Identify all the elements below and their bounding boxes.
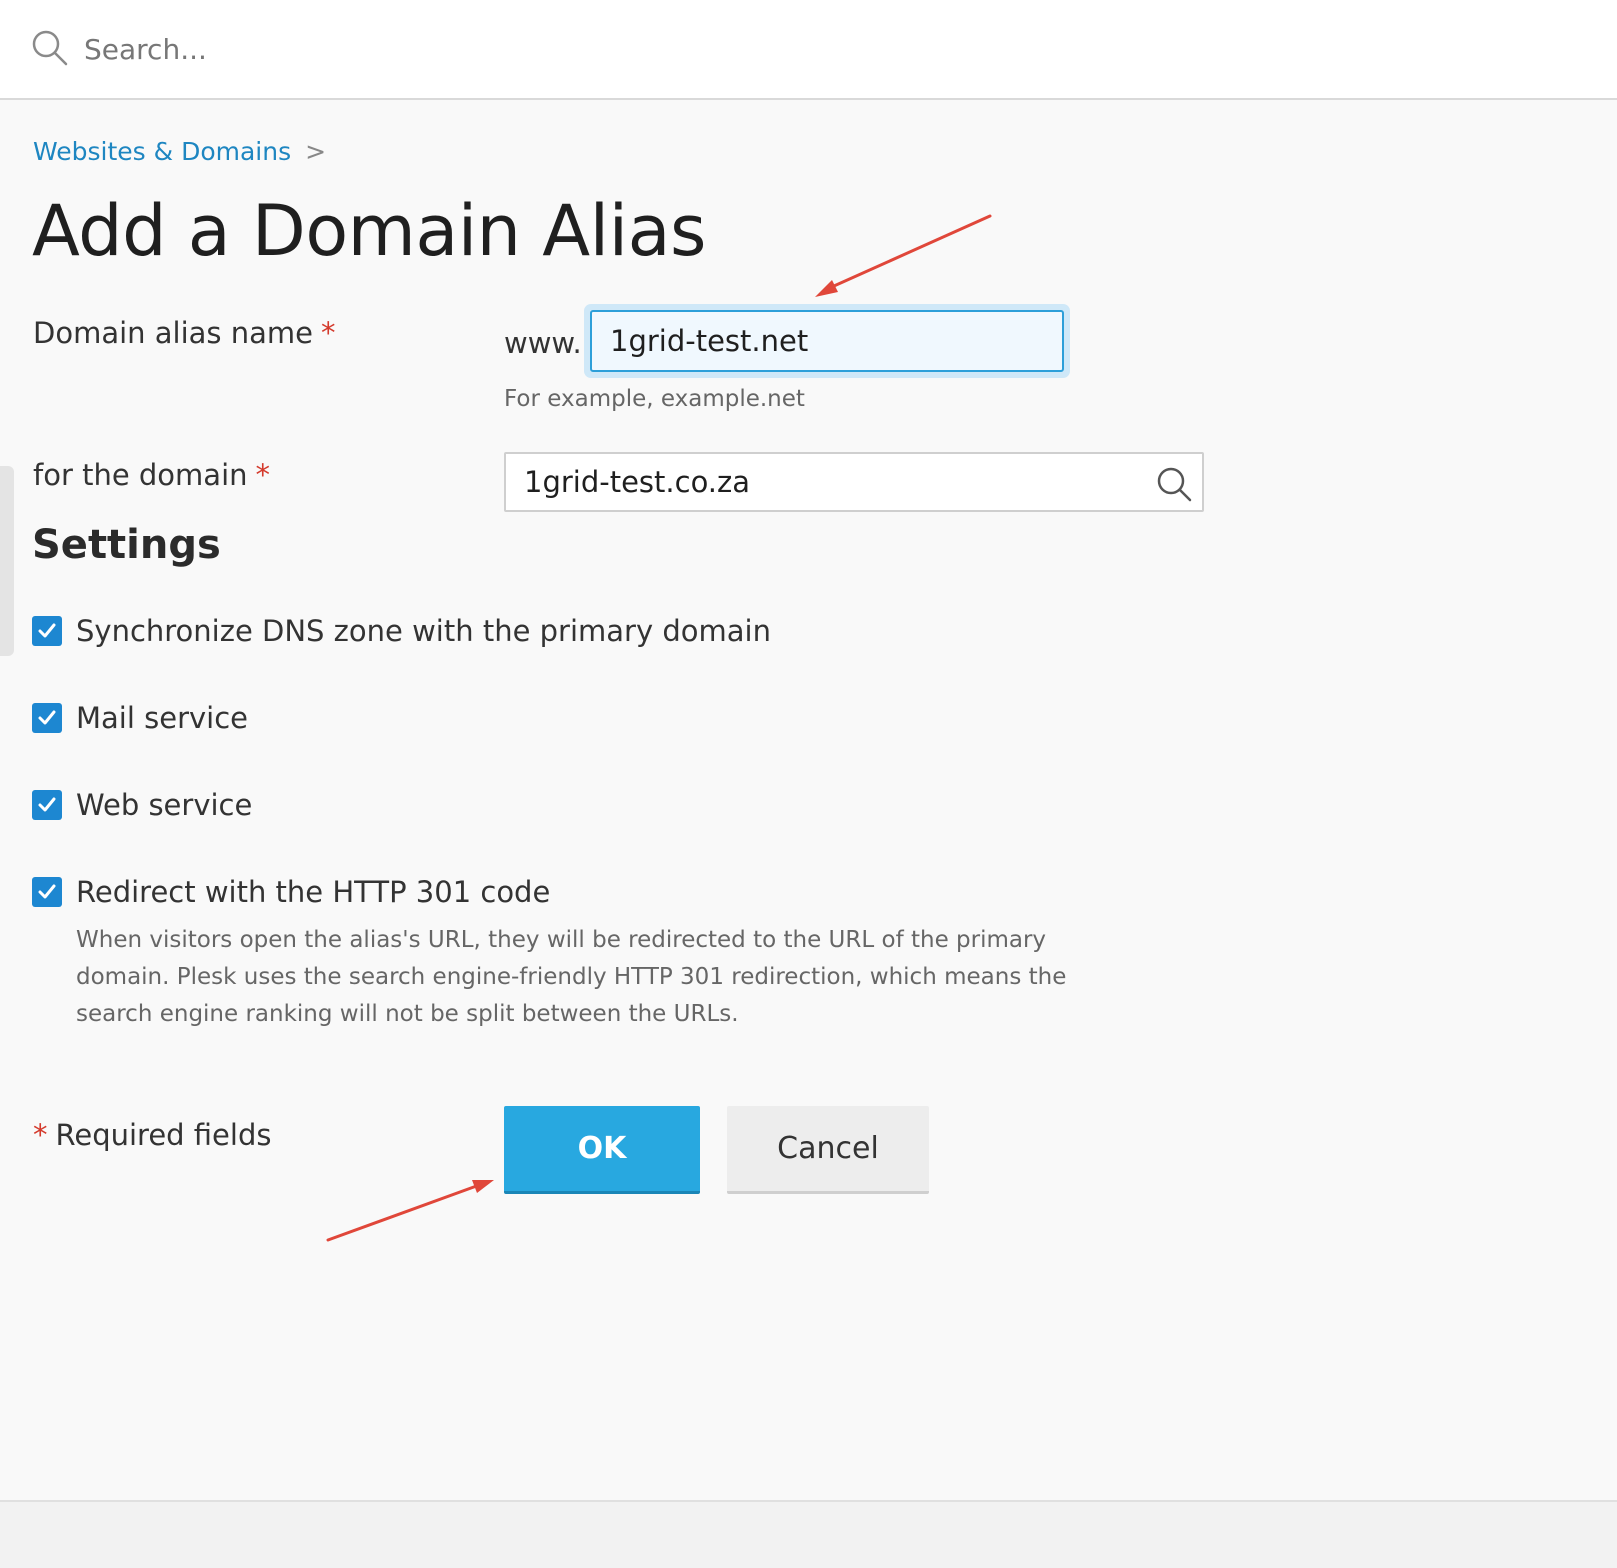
ok-button[interactable]: OK <box>504 1106 700 1194</box>
breadcrumb-separator: > <box>305 137 327 166</box>
checkmark-icon <box>38 710 56 725</box>
required-marker: * <box>255 458 271 492</box>
for-the-domain-label: for the domain * <box>33 458 271 492</box>
option-label[interactable]: Redirect with the HTTP 301 code <box>76 875 550 909</box>
option-label[interactable]: Synchronize DNS zone with the primary do… <box>76 614 771 648</box>
redirect-description: When visitors open the alias's URL, they… <box>76 927 1067 1027</box>
breadcrumb-websites-domains[interactable]: Websites & Domains <box>33 137 291 166</box>
checkbox-checked[interactable] <box>32 703 62 733</box>
checkbox-checked[interactable] <box>32 877 62 907</box>
checkbox-checked[interactable] <box>32 616 62 646</box>
annotation-arrow-to-ok-button <box>326 1180 494 1242</box>
required-marker: * <box>33 1118 48 1152</box>
domain-alias-hint: For example, example.net <box>504 386 805 412</box>
option-redirect-301[interactable]: Redirect with the HTTP 301 code <box>32 872 550 912</box>
required-fields-note: * Required fields <box>33 1118 272 1152</box>
checkmark-icon <box>38 623 56 638</box>
option-web-service[interactable]: Web service <box>32 785 252 825</box>
required-marker: * <box>320 316 336 350</box>
domain-alias-field-focus-ring <box>584 304 1070 378</box>
checkmark-icon <box>38 797 56 812</box>
settings-heading: Settings <box>32 522 221 568</box>
breadcrumb: Websites & Domains > <box>33 137 326 166</box>
domain-alias-name-input[interactable] <box>590 310 1064 372</box>
www-prefix: www. <box>504 326 582 360</box>
sidebar-collapse-handle[interactable] <box>0 466 14 656</box>
cancel-button[interactable]: Cancel <box>727 1106 929 1194</box>
option-mail-service[interactable]: Mail service <box>32 698 248 738</box>
top-search-bar <box>0 0 1617 100</box>
option-sync-dns[interactable]: Synchronize DNS zone with the primary do… <box>32 611 771 651</box>
option-label[interactable]: Mail service <box>76 701 248 735</box>
domain-alias-name-label: Domain alias name * <box>33 316 336 350</box>
page-title: Add a Domain Alias <box>32 190 706 272</box>
checkbox-checked[interactable] <box>32 790 62 820</box>
domain-select-field[interactable] <box>504 452 1204 512</box>
checkmark-icon <box>38 884 56 899</box>
bottom-bar <box>0 1500 1617 1568</box>
annotation-arrow-to-alias-input <box>815 214 992 297</box>
search-icon <box>32 30 68 66</box>
search-icon[interactable] <box>1154 464 1194 504</box>
option-label[interactable]: Web service <box>76 788 252 822</box>
search-input[interactable] <box>84 26 684 72</box>
domain-select-input[interactable] <box>506 454 1146 510</box>
